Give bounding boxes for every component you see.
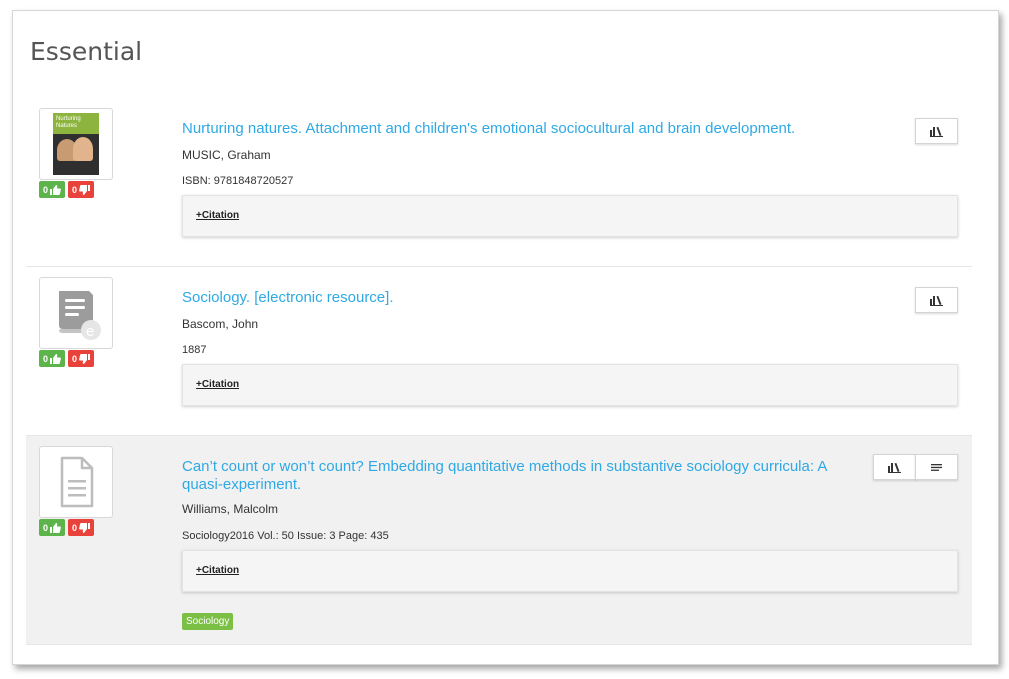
ebook-icon: e — [59, 291, 101, 340]
up-count: 0 — [43, 522, 49, 533]
item-author: Williams, Malcolm — [182, 502, 278, 516]
item-title-link[interactable]: Sociology. [electronic resource]. — [182, 289, 394, 307]
library-button[interactable] — [873, 454, 916, 480]
cover-title: Nurturing Natures — [56, 116, 81, 129]
item-actions — [873, 454, 958, 480]
item-author: MUSIC, Graham — [182, 148, 271, 162]
thumbs-up-icon — [50, 522, 61, 533]
vote-buttons: 0 0 — [39, 181, 95, 198]
item-isbn: ISBN: 9781848720527 — [182, 175, 294, 187]
list-item: 0 0 Can’t count or won’t count? Embeddin… — [26, 436, 972, 645]
item-actions — [915, 118, 958, 144]
list-item: e 0 0 Sociology. [electronic resource]. … — [26, 267, 972, 436]
vote-buttons: 0 0 — [39, 350, 95, 367]
citation-panel: +Citation — [182, 364, 958, 406]
library-icon — [930, 295, 943, 306]
item-title-link[interactable]: Nurturing natures. Attachment and childr… — [182, 120, 795, 138]
svg-text:e: e — [86, 323, 94, 340]
thumbs-down-button[interactable]: 0 — [68, 519, 95, 536]
up-count: 0 — [43, 184, 49, 195]
citation-panel: +Citation — [182, 550, 958, 592]
book-cover[interactable]: Nurturing Natures — [39, 108, 113, 180]
citation-panel: +Citation — [182, 195, 958, 237]
thumbs-down-icon — [79, 353, 91, 364]
down-count: 0 — [72, 522, 78, 533]
item-actions — [915, 287, 958, 313]
down-count: 0 — [72, 353, 78, 364]
item-source: Sociology2016 Vol.: 50 Issue: 3 Page: 43… — [182, 530, 389, 542]
reading-list-panel: Essential Nurturing Natures 0 0 Nurturin… — [12, 10, 999, 665]
thumbs-up-icon — [50, 184, 61, 195]
citation-toggle[interactable]: +Citation — [196, 379, 239, 390]
thumbs-down-button[interactable]: 0 — [68, 350, 95, 367]
library-button[interactable] — [915, 118, 958, 144]
thumbs-up-button[interactable]: 0 — [39, 350, 66, 367]
reading-list: Nurturing Natures 0 0 Nurturing natures.… — [26, 98, 972, 645]
menu-lines-icon — [931, 463, 942, 471]
details-button[interactable] — [915, 454, 958, 480]
item-year: 1887 — [182, 344, 207, 356]
item-title-link[interactable]: Can’t count or won’t count? Embedding qu… — [182, 458, 862, 494]
thumbs-up-button[interactable]: 0 — [39, 181, 66, 198]
down-count: 0 — [72, 184, 78, 195]
thumbs-up-icon — [50, 353, 61, 364]
citation-toggle[interactable]: +Citation — [196, 565, 239, 576]
library-icon — [930, 126, 943, 137]
thumbs-down-icon — [79, 522, 91, 533]
document-icon — [60, 456, 94, 508]
library-icon — [888, 462, 901, 473]
library-button[interactable] — [915, 287, 958, 313]
tag-badge[interactable]: Sociology — [182, 613, 234, 630]
section-title: Essential — [30, 37, 143, 66]
item-author: Bascom, John — [182, 317, 259, 331]
citation-toggle[interactable]: +Citation — [196, 210, 239, 221]
ebook-cover[interactable]: e — [39, 277, 113, 349]
document-cover[interactable] — [39, 446, 113, 518]
list-item: Nurturing Natures 0 0 Nurturing natures.… — [26, 98, 972, 267]
thumbs-up-button[interactable]: 0 — [39, 519, 66, 536]
up-count: 0 — [43, 353, 49, 364]
vote-buttons: 0 0 — [39, 519, 95, 536]
thumbs-down-icon — [79, 184, 91, 195]
thumbs-down-button[interactable]: 0 — [68, 181, 95, 198]
